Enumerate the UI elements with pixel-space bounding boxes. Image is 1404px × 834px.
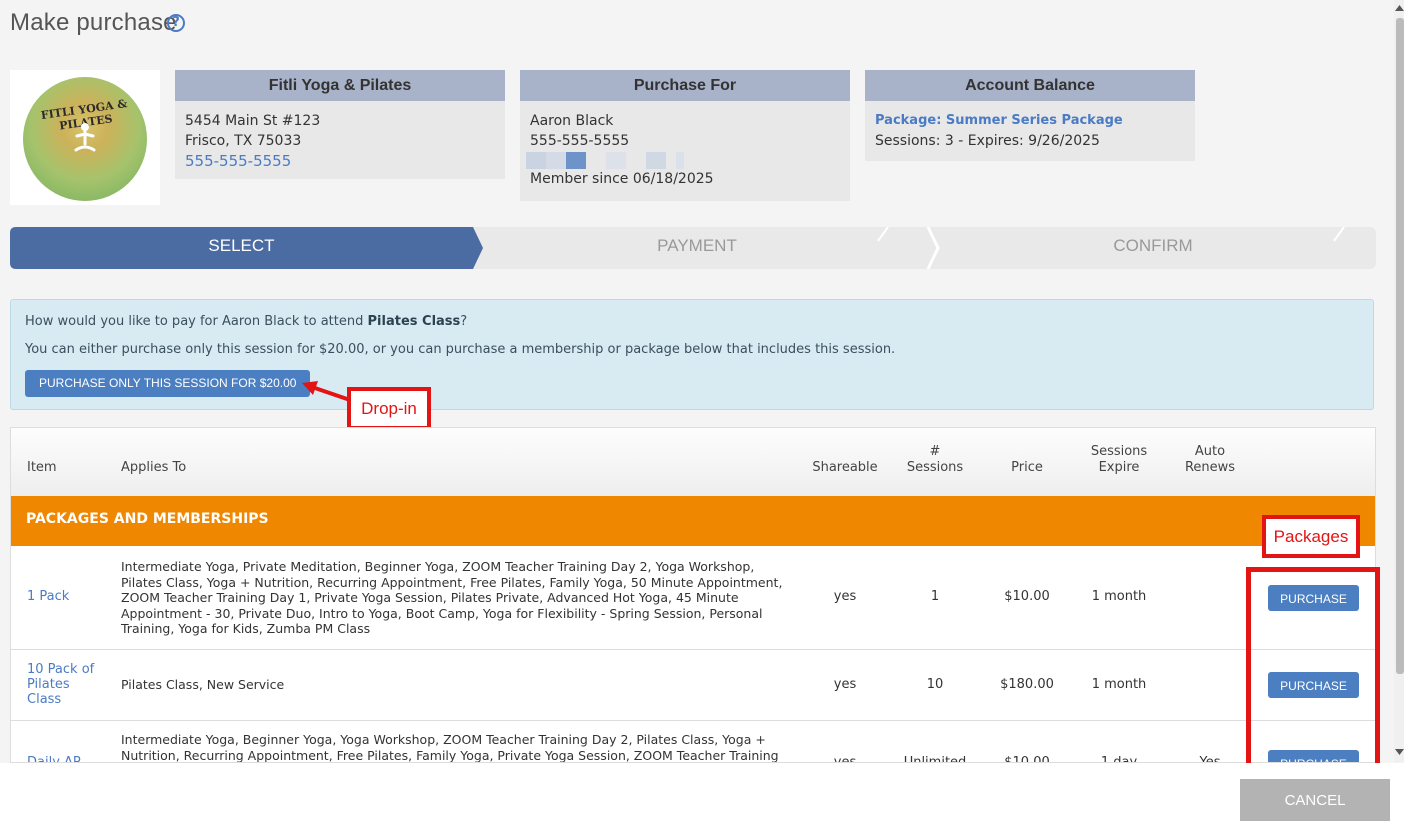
table-row: Daily AP Intermediate Yoga, Beginner Yog… [11, 721, 1375, 763]
purchase-for-card: Purchase For Aaron Black 555-555-5555 Me… [520, 70, 850, 201]
purchase-for-heading: Purchase For [520, 70, 850, 101]
sessions: 1 [930, 589, 940, 604]
studio-logo: FITLI YOGA & PILATES [10, 70, 160, 205]
col-item: Item [27, 460, 57, 475]
balance-package-link[interactable]: Package: Summer Series Package [875, 111, 1185, 131]
purchase-session-button[interactable]: PURCHASE ONLY THIS SESSION FOR $20.00 [25, 370, 311, 397]
sessions: 10 [926, 677, 944, 692]
dropin-arrow-icon [302, 381, 351, 402]
redacted-field [526, 152, 840, 169]
member-since: Member since 06/18/2025 [530, 171, 714, 187]
price: $10.00 [1004, 589, 1050, 604]
col-sessions: # Sessions [906, 444, 964, 475]
packages-highlight-box [1246, 567, 1380, 778]
col-auto-renews: Auto Renews [1184, 444, 1236, 475]
table-row: 1 Pack Intermediate Yoga, Private Medita… [11, 546, 1375, 650]
shareable: yes [833, 755, 857, 763]
customer-phone: 555-555-5555 [530, 133, 630, 149]
table-header: Item Applies To Shareable # Sessions Pric… [11, 428, 1375, 497]
purchase-steps: SELECT PAYMENT CONFIRM [10, 227, 1376, 269]
price: $10.00 [1004, 755, 1050, 763]
studio-card: Fitli Yoga & Pilates 5454 Main St #123 F… [175, 70, 505, 179]
scrollbar-thumb[interactable] [1396, 18, 1404, 674]
studio-address1: 5454 Main St #123 [185, 113, 321, 129]
col-shareable: Shareable [812, 460, 878, 475]
expire: 1 month [1091, 589, 1147, 604]
step-select: SELECT [208, 236, 275, 255]
table-row: 10 Pack of Pilates Class Pilates Class, … [11, 650, 1375, 721]
meditation-figure-icon [74, 123, 96, 152]
page-title: Make purchase [10, 9, 177, 36]
applies-to: Pilates Class, New Service [121, 677, 285, 692]
balance-details: Sessions: 3 - Expires: 9/26/2025 [875, 133, 1100, 149]
studio-address2: Frisco, TX 75033 [185, 133, 302, 149]
notice-question: How would you like to pay for Aaron Blac… [25, 314, 468, 329]
item-link[interactable]: 10 Pack of Pilates Class [27, 662, 107, 707]
expire: 1 day [1100, 755, 1138, 763]
section-packages: PACKAGES AND MEMBERSHIPS [11, 496, 1375, 546]
account-balance-card: Account Balance Package: Summer Series P… [865, 70, 1195, 161]
scroll-down-icon[interactable] [1395, 748, 1404, 756]
shareable: yes [833, 589, 857, 604]
customer-name: Aaron Black [530, 113, 614, 129]
expire: 1 month [1091, 677, 1147, 692]
applies-to: Intermediate Yoga, Private Meditation, B… [121, 559, 783, 636]
col-applies: Applies To [121, 460, 187, 475]
dropin-callout: Drop-in [347, 387, 431, 430]
sessions: Unlimited [903, 755, 967, 763]
price: $180.00 [1000, 677, 1054, 692]
cancel-button[interactable]: CANCEL [1240, 779, 1390, 821]
help-icon[interactable]: ? [167, 14, 185, 32]
shareable: yes [833, 677, 857, 692]
step-confirm: CONFIRM [1113, 236, 1193, 255]
packages-callout: Packages [1262, 515, 1360, 558]
session-notice: How would you like to pay for Aaron Blac… [10, 299, 1374, 410]
account-balance-heading: Account Balance [865, 70, 1195, 101]
footer [0, 763, 1404, 834]
auto-renews: Yes [1199, 755, 1221, 763]
col-price: Price [1011, 460, 1043, 475]
notice-line2: You can either purchase only this sessio… [25, 342, 896, 357]
studio-phone-link[interactable]: 555-555-5555 [185, 151, 495, 171]
scroll-up-icon[interactable] [1395, 4, 1404, 12]
item-link[interactable]: Daily AP [27, 755, 107, 762]
item-link[interactable]: 1 Pack [27, 589, 107, 604]
logo-circle: FITLI YOGA & PILATES [23, 77, 147, 201]
packages-table: Item Applies To Shareable # Sessions Pric… [10, 427, 1376, 763]
applies-to: Intermediate Yoga, Beginner Yoga, Yoga W… [121, 732, 779, 763]
studio-heading: Fitli Yoga & Pilates [175, 70, 505, 101]
col-expire: Sessions Expire [1090, 444, 1148, 475]
step-payment: PAYMENT [657, 236, 737, 255]
